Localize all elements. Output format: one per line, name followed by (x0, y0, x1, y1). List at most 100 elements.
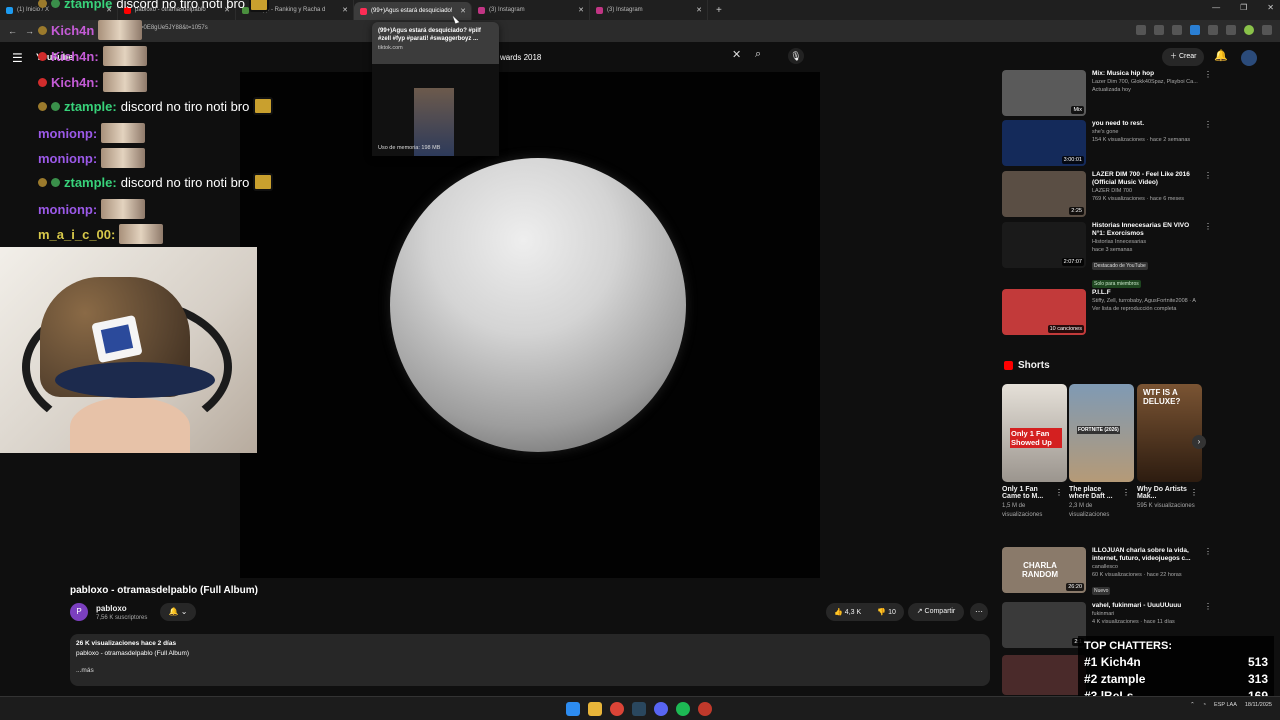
spotify-icon[interactable] (676, 702, 690, 716)
related-meta: hace 3 semanas (1092, 247, 1133, 253)
language-indicator[interactable]: ESP LAA (1214, 702, 1237, 708)
forward-icon[interactable]: → (25, 26, 34, 36)
description-box[interactable]: 26 K visualizaciones hace 2 días pabloxo… (70, 634, 990, 686)
video-thumbnail[interactable]: 2:1 (1002, 602, 1086, 648)
short-card[interactable]: FORTNITE (2026) The place where Daft ...… (1069, 384, 1134, 520)
profile-icon[interactable] (1244, 25, 1254, 35)
close-icon[interactable]: ✕ (342, 6, 348, 14)
subscription-bell-button[interactable]: 🔔 ⌄ (160, 603, 196, 621)
back-icon[interactable]: ← (8, 26, 17, 36)
related-title[interactable]: ILLOJUAN charla sobre la vida, internet,… (1092, 547, 1204, 563)
emote-icon (102, 46, 147, 66)
more-vert-icon[interactable]: ⋮ (1204, 70, 1212, 79)
minimize-icon[interactable]: — (1212, 3, 1220, 12)
video-thumbnail[interactable] (1002, 655, 1086, 695)
discord-icon[interactable] (654, 702, 668, 716)
more-vert-icon[interactable]: ⋮ (1204, 222, 1212, 231)
short-title[interactable]: Why Do Artists Mak... (1137, 486, 1189, 500)
related-title[interactable]: P.I.L.F (1092, 289, 1204, 297)
file-explorer-icon[interactable] (588, 702, 602, 716)
chrome-icon[interactable] (610, 702, 624, 716)
related-title[interactable]: you need to rest. (1092, 120, 1204, 128)
tab-instagram-2[interactable]: (3) Instagram ✕ (590, 0, 708, 20)
related-meta[interactable]: Ver lista de reproducción completa (1092, 305, 1204, 313)
chat-message: monionp: (38, 148, 146, 168)
short-thumbnail[interactable]: WTF IS A DELUXE? (1137, 384, 1202, 482)
related-video[interactable]: Mix Mix: Musica hip hop Lazer Dim 700, Gl… (1002, 70, 1212, 116)
eye-off-icon[interactable] (1154, 25, 1164, 35)
puzzle-icon[interactable] (1208, 25, 1218, 35)
related-video[interactable]: 2:25 LAZER DIM 700 - Feel Like 2016 (Off… (1002, 171, 1212, 217)
search-icon[interactable]: ⌕ (755, 48, 761, 61)
mic-icon[interactable]: 🎙 (788, 48, 804, 64)
close-icon[interactable]: ✕ (696, 6, 702, 14)
wifi-icon[interactable]: ◔ (1203, 702, 1206, 708)
video-player[interactable] (240, 72, 820, 578)
hamburger-icon[interactable]: ☰ (12, 51, 23, 65)
related-title[interactable]: Mix: Musica hip hop (1092, 70, 1204, 78)
related-title[interactable]: vahel, fukinmari - UuuUUuuu (1092, 602, 1204, 610)
avatar[interactable] (1241, 50, 1257, 66)
more-vert-icon[interactable]: ⋮ (1055, 488, 1063, 497)
url-field[interactable]: =0E8gUe5JY88&t=1057s (140, 25, 208, 31)
plus-icon: ＋ (1170, 53, 1179, 60)
close-window-icon[interactable]: ✕ (1267, 3, 1274, 12)
playlist-thumbnail[interactable]: 10 canciones (1002, 289, 1086, 335)
video-thumbnail[interactable]: CHARLA RANDOM 26:20 (1002, 547, 1086, 593)
app-icon[interactable] (698, 702, 712, 716)
face (70, 397, 190, 453)
chat-user: monionp: (38, 150, 98, 166)
more-vert-icon[interactable]: ⋮ (1204, 171, 1212, 180)
channel-name[interactable]: pabloxo (96, 604, 127, 613)
more-vert-icon[interactable]: ⋮ (1122, 488, 1130, 497)
show-more-link[interactable]: ...más (76, 667, 984, 674)
video-thumbnail[interactable]: 3:00:01 (1002, 120, 1086, 166)
related-meta: canallesco (1092, 564, 1118, 570)
video-thumbnail[interactable]: 2:25 (1002, 171, 1086, 217)
more-vert-icon[interactable]: ⋮ (1204, 547, 1212, 556)
menu-icon[interactable] (1262, 25, 1272, 35)
video-thumbnail[interactable]: 2:07:07 (1002, 222, 1086, 268)
related-video[interactable]: 2:07:07 Historias Innecesarias EN VIVO N… (1002, 222, 1212, 290)
new-tab-button[interactable]: + (716, 5, 722, 16)
short-card[interactable]: Only 1 Fan Showed Up Only 1 Fan Came to … (1002, 384, 1067, 520)
maximize-icon[interactable]: ❐ (1240, 3, 1247, 12)
steam-icon[interactable] (632, 702, 646, 716)
like-button[interactable]: 👍 4,3 K (834, 608, 861, 616)
more-actions-button[interactable]: ⋯ (970, 603, 988, 621)
related-video[interactable]: CHARLA RANDOM 26:20 ILLOJUAN charla sobre… (1002, 547, 1212, 597)
short-thumbnail[interactable]: Only 1 Fan Showed Up (1002, 384, 1067, 482)
more-vert-icon[interactable]: ⋮ (1190, 488, 1198, 497)
create-button[interactable]: ＋ Crear (1162, 48, 1205, 66)
related-title[interactable]: LAZER DIM 700 - Feel Like 2016 (Official… (1092, 171, 1204, 187)
cast-icon[interactable] (1136, 25, 1146, 35)
close-icon[interactable]: ✕ (578, 6, 584, 14)
short-card[interactable]: WTF IS A DELUXE? Why Do Artists Mak... 5… (1137, 384, 1202, 511)
clear-search-icon[interactable]: ✕ (732, 48, 741, 61)
dislike-button[interactable]: 👎 10 (877, 608, 895, 616)
extension-icon[interactable] (1190, 25, 1200, 35)
notifications-icon[interactable]: 🔔 (1214, 49, 1228, 62)
short-title[interactable]: Only 1 Fan Came to M... (1002, 486, 1054, 500)
short-title[interactable]: The place where Daft ... (1069, 486, 1121, 500)
channel-avatar[interactable]: P (70, 603, 88, 621)
related-playlist[interactable]: 10 canciones P.I.L.F Stiffy, Zell, turrob… (1002, 289, 1204, 335)
related-video[interactable] (1002, 655, 1086, 695)
chevron-up-icon[interactable]: ⌃ (1190, 702, 1195, 708)
sidebar-icon[interactable] (1226, 25, 1236, 35)
more-vert-icon[interactable]: ⋮ (1204, 602, 1212, 611)
short-thumbnail[interactable]: FORTNITE (2026) (1069, 384, 1134, 482)
video-thumbnail[interactable]: Mix (1002, 70, 1086, 116)
more-vert-icon[interactable]: ⋮ (1204, 120, 1212, 129)
close-icon[interactable]: ✕ (460, 7, 466, 15)
related-title[interactable]: Historias Innecesarias EN VIVO N°1: Exor… (1092, 222, 1204, 238)
clock-date[interactable]: 18/11/2025 (1245, 702, 1272, 708)
share-button[interactable]: ↗ Compartir (908, 603, 964, 621)
shorts-next-button[interactable]: › (1192, 435, 1206, 449)
search-input[interactable]: wards 2018 (490, 48, 750, 68)
tab-hover-card: (99+)Agus estará desquiciado? #pilf #zel… (372, 22, 499, 156)
star-icon[interactable] (1172, 25, 1182, 35)
related-video[interactable]: 3:00:01 you need to rest. she's gone 154 K… (1002, 120, 1212, 166)
tab-instagram[interactable]: (3) Instagram ✕ (472, 0, 590, 20)
windows-start-icon[interactable] (566, 702, 580, 716)
